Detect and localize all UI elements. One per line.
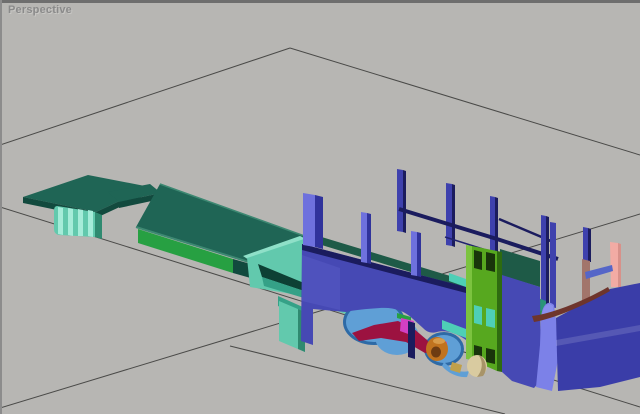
exhaust-stack-salmon-edge — [618, 243, 621, 287]
fender-stripe-3 — [78, 209, 83, 236]
truck-model[interactable] — [301, 169, 640, 391]
near-stake-1-edge — [315, 195, 323, 249]
fender-stripe-2 — [68, 208, 73, 236]
front-stake-2 — [550, 222, 556, 308]
near-stake-2 — [361, 212, 367, 263]
wheel-hub-highlight — [433, 338, 445, 344]
bulkhead-frame — [466, 245, 502, 372]
grid-line-b3 — [230, 346, 505, 414]
front-stake-1-edge — [546, 216, 549, 308]
near-stake-1 — [303, 193, 315, 247]
viewport-label: Perspective — [8, 4, 72, 16]
bulkhead-hole-3b — [486, 348, 495, 364]
front-stake-1 — [541, 215, 546, 307]
grid-line-b1 — [290, 48, 640, 155]
viewport-3d[interactable]: Perspective — [0, 0, 640, 414]
trailer-model[interactable] — [23, 175, 348, 352]
far-stake-2-edge — [452, 184, 455, 247]
exhaust-stack-salmon — [610, 242, 618, 287]
far-stake-2 — [446, 183, 452, 246]
bulkhead-left-edge — [466, 245, 472, 360]
cowl-side-face — [502, 275, 541, 388]
bulkhead-hole-2b — [486, 308, 495, 328]
scene-canvas[interactable] — [0, 0, 640, 414]
bulkhead-right-edge — [497, 251, 502, 372]
fender-stripe-4 — [88, 210, 93, 237]
bulkhead-hole-1a — [474, 250, 482, 270]
viewport-top-border — [0, 0, 640, 3]
near-stake-2-edge — [367, 213, 371, 264]
near-stake-3-edge — [417, 232, 421, 277]
viewport-left-border — [0, 0, 2, 414]
front-stake-3-edge — [588, 228, 591, 262]
bulkhead-hole-1b — [486, 252, 495, 272]
trailer-rear-fender-side — [95, 212, 102, 239]
axle-post — [408, 321, 415, 359]
front-stake-3 — [583, 227, 588, 262]
fender-stripe-1 — [58, 207, 63, 235]
near-stake-3 — [411, 231, 417, 276]
wheel-hub-center — [431, 347, 441, 358]
far-stake-1 — [397, 169, 403, 232]
grid-line-a1 — [0, 48, 290, 145]
bulkhead-hole-2a — [474, 305, 482, 325]
far-stake-1-edge — [403, 170, 406, 233]
front-assembly — [502, 215, 640, 391]
